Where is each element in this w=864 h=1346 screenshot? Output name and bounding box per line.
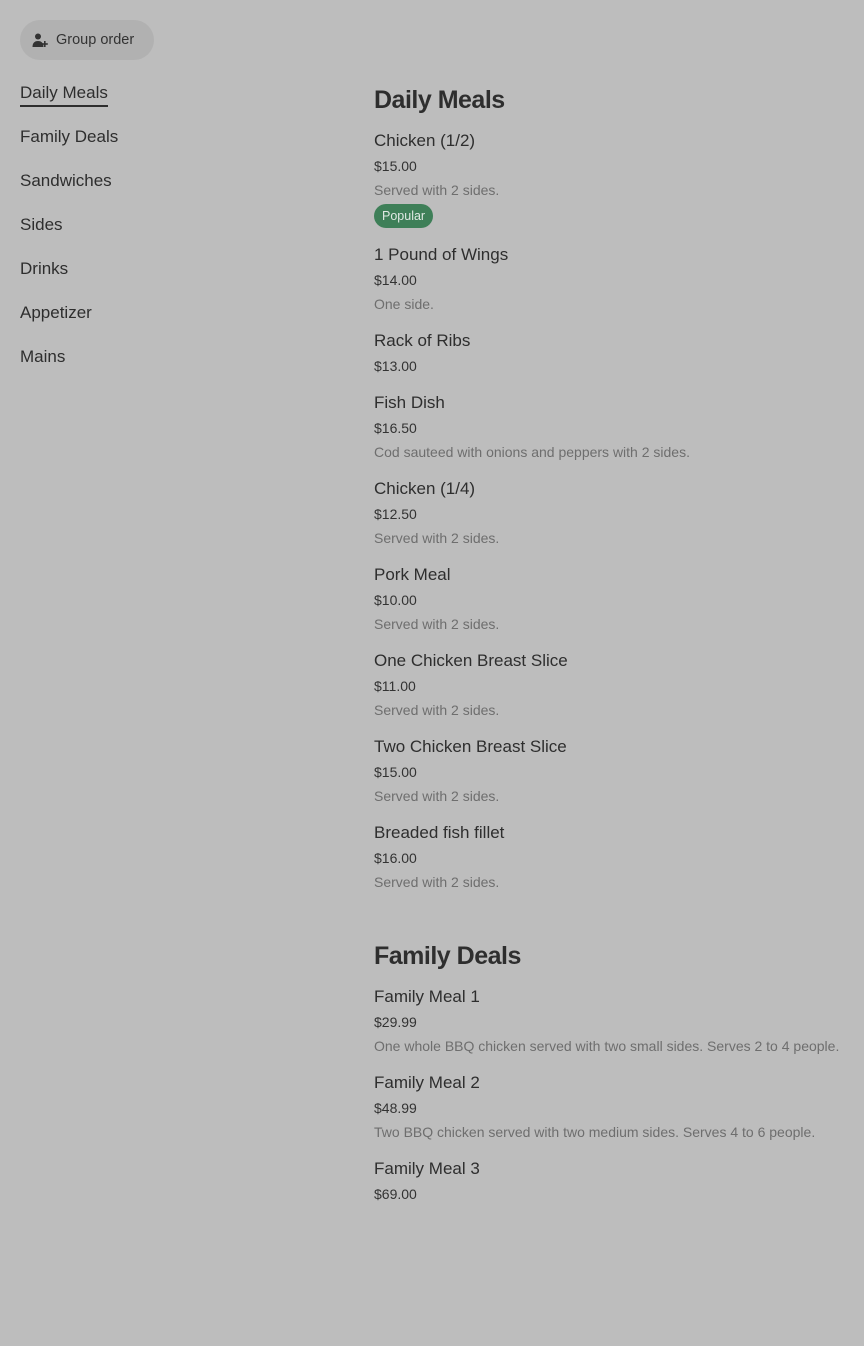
nav-item-daily-meals[interactable]: Daily Meals	[20, 82, 320, 107]
menu-item[interactable]: Family Meal 3 $69.00	[374, 1158, 854, 1204]
item-name: Rack of Ribs	[374, 331, 471, 350]
nav-item-appetizer[interactable]: Appetizer	[20, 302, 320, 324]
item-name: One Chicken Breast Slice	[374, 651, 568, 670]
item-price: $48.99	[374, 1100, 417, 1116]
item-price: $69.00	[374, 1186, 417, 1202]
item-price: $29.99	[374, 1014, 417, 1030]
nav-item-label: Appetizer	[20, 303, 92, 322]
item-description: Served with 2 sides.	[374, 182, 500, 198]
item-description: Served with 2 sides.	[374, 616, 500, 632]
section-family-deals: Family Deals Family Meal 1 $29.99 One wh…	[374, 940, 854, 1204]
item-description: Served with 2 sides.	[374, 530, 500, 546]
menu-item[interactable]: One Chicken Breast Slice $11.00 Served w…	[374, 650, 854, 720]
nav-item-sides[interactable]: Sides	[20, 214, 320, 236]
nav-item-drinks[interactable]: Drinks	[20, 258, 320, 280]
item-price: $14.00	[374, 272, 417, 288]
section-title: Daily Meals	[374, 86, 505, 114]
item-name: Family Meal 1	[374, 987, 480, 1006]
section-daily-meals: Daily Meals Chicken (1/2) $15.00 Served …	[374, 84, 854, 892]
item-description: Served with 2 sides.	[374, 702, 500, 718]
menu-item[interactable]: 1 Pound of Wings $14.00 One side.	[374, 244, 854, 314]
item-name: Fish Dish	[374, 393, 445, 412]
item-description: Served with 2 sides.	[374, 874, 500, 890]
item-price: $12.50	[374, 506, 417, 522]
item-price: $15.00	[374, 158, 417, 174]
item-name: Two Chicken Breast Slice	[374, 737, 567, 756]
item-price: $10.00	[374, 592, 417, 608]
nav-item-label: Mains	[20, 347, 66, 366]
menu-item[interactable]: Pork Meal $10.00 Served with 2 sides.	[374, 564, 854, 634]
item-price: $16.50	[374, 420, 417, 436]
nav-item-sandwiches[interactable]: Sandwiches	[20, 170, 320, 192]
item-name: Family Meal 3	[374, 1159, 480, 1178]
category-nav: Daily Meals Family Deals Sandwiches Side…	[20, 82, 320, 390]
nav-item-label: Drinks	[20, 259, 69, 278]
menu-item[interactable]: Two Chicken Breast Slice $15.00 Served w…	[374, 736, 854, 806]
menu-item[interactable]: Family Meal 2 $48.99 Two BBQ chicken ser…	[374, 1072, 854, 1142]
nav-item-mains[interactable]: Mains	[20, 346, 320, 368]
item-description: Served with 2 sides.	[374, 788, 500, 804]
item-name: Chicken (1/2)	[374, 131, 476, 150]
nav-item-label: Sandwiches	[20, 171, 112, 190]
person-add-icon	[32, 32, 48, 48]
menu-list: Daily Meals Chicken (1/2) $15.00 Served …	[374, 84, 854, 1220]
item-description: One side.	[374, 296, 434, 312]
popular-badge: Popular	[374, 204, 434, 228]
item-price: $16.00	[374, 850, 417, 866]
menu-item[interactable]: Breaded fish fillet $16.00 Served with 2…	[374, 822, 854, 892]
menu-item[interactable]: Fish Dish $16.50 Cod sauteed with onions…	[374, 392, 854, 462]
group-order-label: Group order	[56, 32, 135, 48]
item-price: $13.00	[374, 358, 417, 374]
nav-item-family-deals[interactable]: Family Deals	[20, 126, 320, 148]
group-order-button[interactable]: Group order	[20, 20, 154, 60]
item-price: $11.00	[374, 678, 416, 694]
menu-item[interactable]: Rack of Ribs $13.00	[374, 330, 854, 376]
item-name: Breaded fish fillet	[374, 823, 505, 842]
item-name: 1 Pound of Wings	[374, 245, 509, 264]
nav-item-label: Sides	[20, 215, 63, 234]
item-description: Cod sauteed with onions and peppers with…	[374, 444, 690, 460]
item-name: Chicken (1/4)	[374, 479, 476, 498]
item-name: Family Meal 2	[374, 1073, 480, 1092]
menu-item[interactable]: Family Meal 1 $29.99 One whole BBQ chick…	[374, 986, 854, 1056]
section-title: Family Deals	[374, 942, 521, 970]
item-description: One whole BBQ chicken served with two sm…	[374, 1038, 840, 1054]
item-name: Pork Meal	[374, 565, 451, 584]
nav-item-label: Daily Meals	[20, 82, 108, 107]
item-price: $15.00	[374, 764, 417, 780]
menu-item[interactable]: Chicken (1/2) $15.00 Served with 2 sides…	[374, 130, 854, 228]
item-description: Two BBQ chicken served with two medium s…	[374, 1124, 816, 1140]
nav-item-label: Family Deals	[20, 127, 119, 146]
menu-item[interactable]: Chicken (1/4) $12.50 Served with 2 sides…	[374, 478, 854, 548]
